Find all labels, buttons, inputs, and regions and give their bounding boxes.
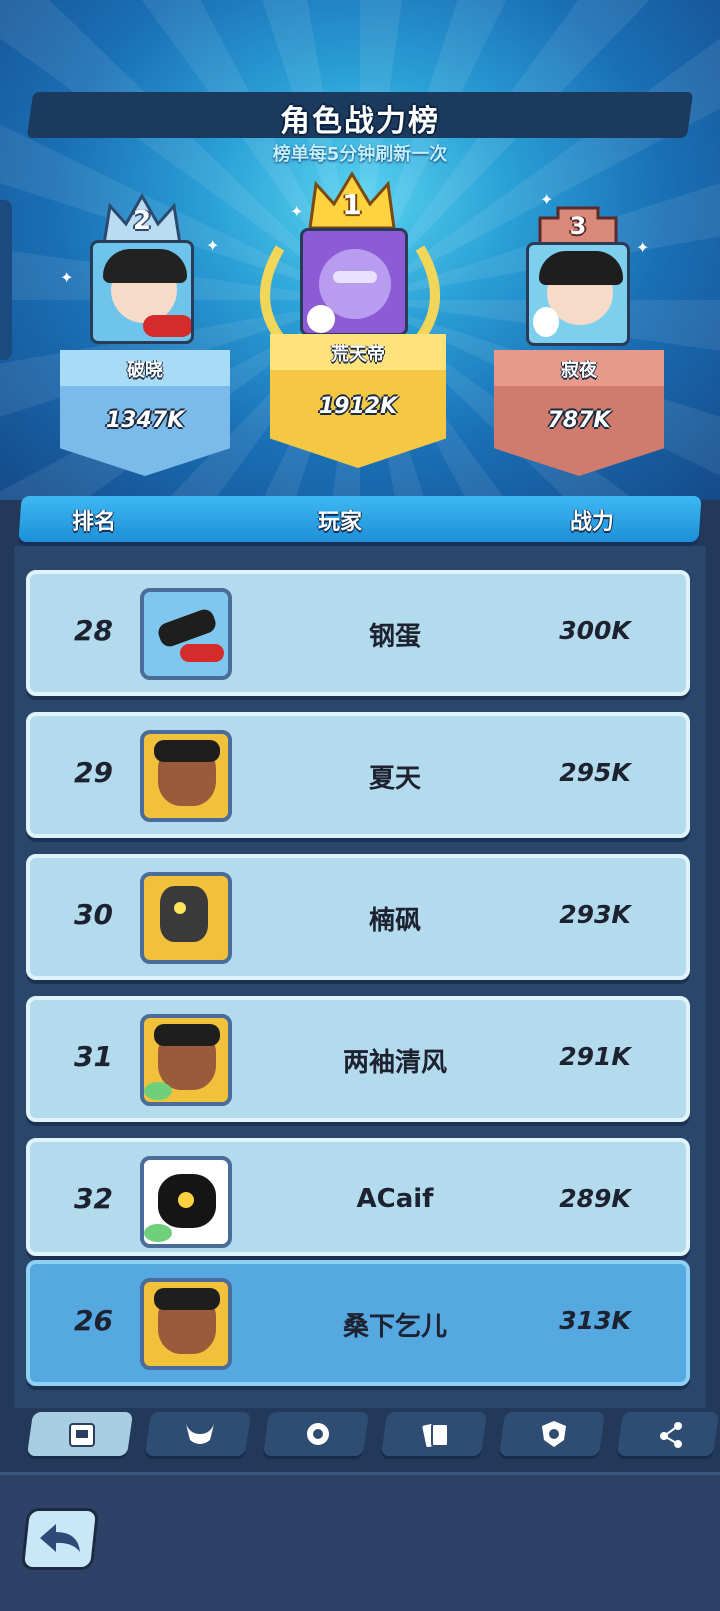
back-arrow-icon (40, 1524, 80, 1552)
row-power: 295K (559, 758, 631, 787)
avatar[interactable] (140, 1278, 232, 1370)
gem-tab-icon (307, 1423, 329, 1445)
podium-name: 寂夜 (561, 360, 597, 381)
sparkle-icon: ✦ (60, 268, 74, 287)
row-power: 289K (559, 1184, 631, 1213)
sparkle-icon: ✦ (290, 202, 304, 221)
network-tab-icon (660, 1422, 682, 1448)
column-power: 战力 (570, 510, 615, 535)
avatar[interactable] (526, 242, 630, 346)
row-power: 313K (559, 1306, 631, 1335)
column-player: 玩家 (318, 510, 363, 535)
page-title: 角色战力榜 (280, 104, 440, 139)
row-player: 钢蛋 (368, 622, 421, 652)
avatar[interactable] (300, 228, 408, 336)
avatar[interactable] (140, 588, 232, 680)
column-rank: 排名 (72, 510, 117, 535)
podium-power: 1912K (318, 394, 398, 419)
row-power: 291K (559, 1042, 631, 1071)
podium-name: 荒天帝 (331, 344, 385, 365)
bull-tab-icon (186, 1424, 214, 1444)
podium-power: 787K (547, 408, 611, 433)
shield-tab-icon (542, 1421, 566, 1447)
table-row[interactable]: 30 楠砜 293K (26, 854, 690, 980)
table-row[interactable]: 32 ACaif 289K (26, 1138, 690, 1256)
avatar[interactable] (140, 1014, 232, 1106)
rank-badge: 3 (569, 212, 587, 240)
row-player: 夏天 (368, 764, 421, 794)
table-row[interactable]: 29 夏天 295K (26, 712, 690, 838)
character-tab-icon (69, 1423, 95, 1447)
table-row[interactable]: 31 两袖清风 291K (26, 996, 690, 1122)
podium-power: 1347K (105, 408, 185, 433)
table-row[interactable]: 28 钢蛋 300K (26, 570, 690, 696)
avatar[interactable] (90, 240, 194, 344)
sparkle-icon: ✦ (206, 236, 220, 255)
row-player: 楠砜 (368, 906, 421, 936)
side-tab[interactable] (0, 200, 12, 360)
row-power: 293K (559, 900, 631, 929)
avatar[interactable] (140, 730, 232, 822)
rank-badge: 2 (132, 206, 152, 236)
sparkle-icon: ✦ (636, 238, 650, 257)
row-player: 桑下乞儿 (342, 1312, 447, 1342)
avatar[interactable] (140, 872, 232, 964)
bottom-bar (0, 1472, 720, 1611)
row-power: 300K (559, 616, 631, 645)
rank-badge: 1 (342, 188, 362, 221)
self-row[interactable]: 26 桑下乞儿 313K (26, 1260, 690, 1386)
podium-name: 破晓 (127, 360, 163, 381)
row-player: 两袖清风 (342, 1048, 447, 1078)
row-player: ACaif (356, 1184, 434, 1214)
avatar[interactable] (140, 1156, 232, 1248)
refresh-note: 榜单每5分钟刷新一次 (272, 144, 448, 165)
cards-tab-icon (422, 1422, 449, 1448)
